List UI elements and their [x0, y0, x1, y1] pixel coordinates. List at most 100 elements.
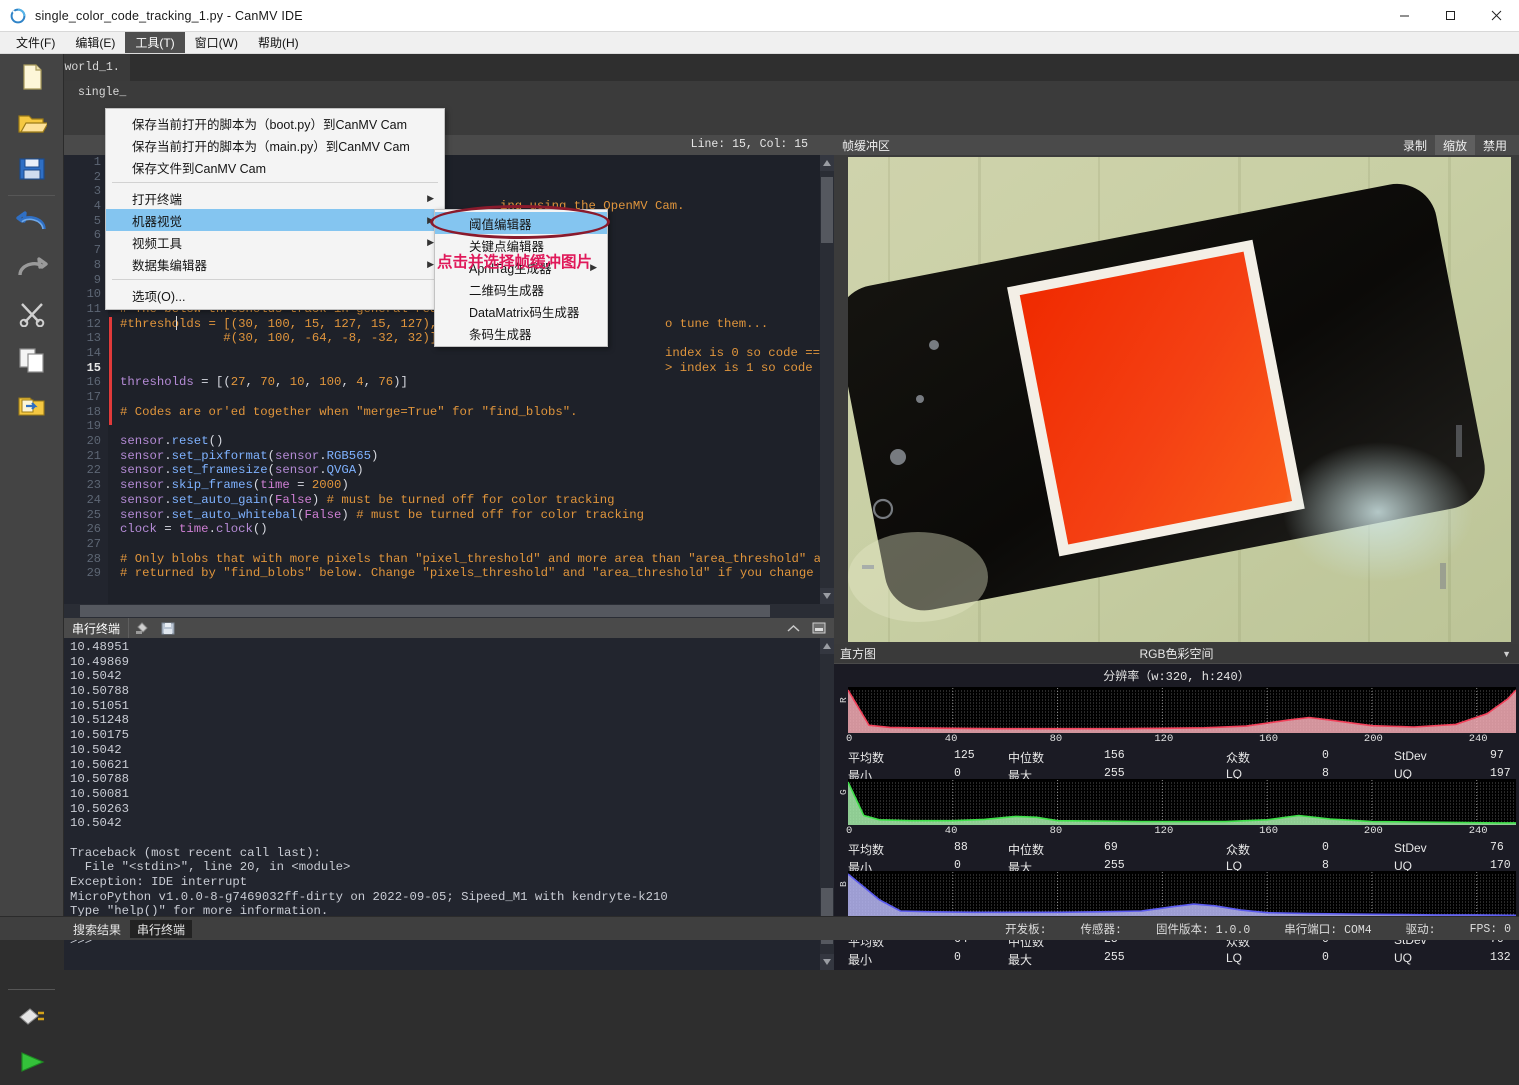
- scroll-up-arrow[interactable]: [820, 155, 834, 171]
- framebuffer-label: 帧缓冲区: [842, 138, 891, 153]
- minimize-button[interactable]: [1381, 0, 1427, 31]
- editor-vertical-scrollbar[interactable]: [820, 155, 834, 604]
- maximize-button[interactable]: [1427, 0, 1473, 31]
- terminal-line: Traceback (most recent call last):: [70, 845, 321, 860]
- editor-hscroll-thumb[interactable]: [80, 605, 770, 617]
- modified-lines-marker: [109, 317, 112, 425]
- connect-icon[interactable]: [0, 993, 64, 1039]
- menu-window[interactable]: 窗口(W): [185, 32, 248, 53]
- line-number: 9: [93, 272, 101, 287]
- menu-item-保存当前打开[interactable]: 保存当前打开的脚本为（boot.py）到CanMV Cam: [106, 112, 444, 134]
- menu-item-保存文件到C[interactable]: 保存文件到CanMV Cam: [106, 156, 444, 178]
- menu-item-视频工具[interactable]: 视频工具 ▶: [106, 231, 444, 253]
- axis-tick-label: 80: [1049, 733, 1063, 745]
- framebuffer-panel: [834, 155, 1519, 644]
- terminal-scroll-down-arrow[interactable]: [820, 954, 834, 970]
- captured-photo: [848, 157, 1511, 642]
- statusbar-tab-search-results[interactable]: 搜索结果: [66, 920, 128, 938]
- stat-label-mode: 众数: [1226, 843, 1251, 857]
- new-file-icon[interactable]: [0, 54, 64, 100]
- menu-item-数据集编辑器[interactable]: 数据集编辑器 ▶: [106, 253, 444, 275]
- statusbar-field: 传感器:: [1080, 924, 1122, 937]
- stat-label-min: 最小: [848, 953, 873, 967]
- submenu-item-label: 阈值编辑器: [469, 217, 532, 232]
- histogram-header: 直方图 RGB色彩空间 ▼: [834, 644, 1519, 664]
- code-line: sensor.skip_frames(time = 2000): [120, 478, 349, 493]
- statusbar-field: 串行端口: COM4: [1284, 924, 1372, 937]
- menu-tools[interactable]: 工具(T): [125, 32, 185, 53]
- line-number: 5: [93, 213, 101, 228]
- tab-single-color-code-tracking[interactable]: single_: [70, 81, 134, 103]
- save-terminal-icon[interactable]: [155, 618, 181, 638]
- stat-value-mean: 125: [954, 749, 975, 762]
- record-button[interactable]: 录制: [1395, 135, 1435, 155]
- menu-file[interactable]: 文件(F): [6, 32, 65, 53]
- menu-item-选项(O).[interactable]: 选项(O)...: [106, 284, 444, 306]
- disable-button[interactable]: 禁用: [1475, 135, 1515, 155]
- copy-icon[interactable]: [0, 337, 64, 383]
- terminal-line: 10.50621: [70, 757, 130, 772]
- editor-tab-row-bottom: [64, 81, 834, 103]
- framebuffer-image[interactable]: [848, 157, 1511, 642]
- line-number: 17: [86, 390, 101, 404]
- line-number-gutter: 1 2 3 4 5 6 7 8 9 10 11 12 13 14 15 16 17 18 19 20 21 22 23 24 2…: [64, 155, 108, 604]
- menu-item-label: 保存文件到CanMV Cam: [132, 161, 267, 176]
- menu-item-机器视觉[interactable]: 机器视觉 ▶: [106, 209, 444, 231]
- stat-value-max: 255: [1104, 951, 1125, 964]
- statusbar-fields: 开发板: 传感器: 固件版本: 1.0.0 串行端口: COM4 驱动: FPS: 0: [971, 917, 1511, 941]
- line-number: 19: [86, 419, 101, 434]
- terminal-lines: 10.48951 10.49869 10.5042 10.50788 10.51051 1…: [64, 638, 834, 948]
- statusbar-tab-serial-terminal[interactable]: 串行终端: [130, 920, 193, 938]
- histogram-stat-row: 最小 0 最大 255 LQ 0 UQ 132: [834, 951, 1519, 969]
- machine-vision-submenu[interactable]: 阈值编辑器 关键点编辑器 AprilTag生成器 ▶ 二维码生成器 DataMatrix码…: [434, 209, 608, 347]
- line-col-indicator: Line: 15, Col: 15: [690, 138, 808, 151]
- tools-dropdown-menu[interactable]: 保存当前打开的脚本为（boot.py）到CanMV Cam 保存当前打开的脚本为（…: [105, 108, 445, 310]
- stat-value-mode: 0: [1322, 749, 1329, 762]
- submenu-item-条码生成器[interactable]: 条码生成器: [435, 322, 607, 344]
- submenu-item-DataMa[interactable]: DataMatrix码生成器: [435, 300, 607, 322]
- menu-item-label: 保存当前打开的脚本为（main.py）到CanMV Cam: [132, 139, 410, 154]
- terminal-line: File "<stdin>", line 20, in <module>: [70, 860, 351, 875]
- menu-item-label: 数据集编辑器: [132, 258, 208, 273]
- menu-edit[interactable]: 编辑(E): [65, 32, 125, 53]
- undo-icon[interactable]: [0, 199, 64, 245]
- submenu-item-阈值编辑器[interactable]: 阈值编辑器: [435, 212, 607, 234]
- scroll-down-arrow[interactable]: [820, 588, 834, 604]
- axis-tick-label: 160: [1259, 733, 1279, 745]
- chevron-up-icon[interactable]: [780, 618, 806, 638]
- editor-scroll-thumb[interactable]: [821, 177, 833, 243]
- paste-icon[interactable]: [0, 383, 64, 429]
- menu-item-打开终端[interactable]: 打开终端 ▶: [106, 187, 444, 209]
- submenu-item-二维码生成器[interactable]: 二维码生成器: [435, 278, 607, 300]
- chevron-down-icon[interactable]: ▼: [1502, 649, 1511, 659]
- stat-label-uq: UQ: [1394, 951, 1412, 965]
- stat-label-stdev: StDev: [1394, 749, 1427, 763]
- axis-tick-label: 0: [846, 825, 853, 837]
- terminal-line: MicroPython v1.0.0-8-g7469032ff-dirty on…: [70, 889, 668, 904]
- clear-terminal-icon[interactable]: [129, 618, 155, 638]
- menu-help[interactable]: 帮助(H): [248, 32, 309, 53]
- cut-icon[interactable]: [0, 291, 64, 337]
- axis-tick-label: 120: [1154, 825, 1174, 837]
- detach-panel-icon[interactable]: [806, 618, 832, 638]
- line-number: 2: [93, 169, 101, 184]
- zoom-button[interactable]: 缩放: [1434, 135, 1475, 155]
- axis-tick-label: 160: [1259, 825, 1279, 837]
- save-icon[interactable]: [0, 146, 64, 192]
- histogram-channel-r: R 0 40 80 120 160 200 240 平均数 125 中位数 156 众数 0 StDev 97…: [834, 685, 1519, 783]
- code-line-fragment: index is 0 so code == (1 << 0: [665, 346, 834, 360]
- run-icon[interactable]: [0, 1039, 64, 1085]
- menu-item-label: 视频工具: [132, 236, 183, 251]
- editor-horizontal-scrollbar[interactable]: [64, 604, 834, 618]
- menu-item-保存当前打开[interactable]: 保存当前打开的脚本为（main.py）到CanMV Cam: [106, 134, 444, 156]
- axis-tick-label: 40: [944, 825, 958, 837]
- redo-icon[interactable]: [0, 245, 64, 291]
- terminal-scroll-up-arrow[interactable]: [820, 638, 834, 654]
- colorspace-selector[interactable]: RGB色彩空间: [834, 645, 1519, 662]
- close-button[interactable]: [1473, 0, 1519, 31]
- terminal-line: Exception: IDE interrupt: [70, 875, 248, 889]
- terminal-line: 10.5042: [70, 669, 122, 684]
- open-folder-icon[interactable]: [0, 100, 64, 146]
- main-shell: helloworld_1. single_ Line: 15, Col: 15 …: [0, 54, 1519, 1072]
